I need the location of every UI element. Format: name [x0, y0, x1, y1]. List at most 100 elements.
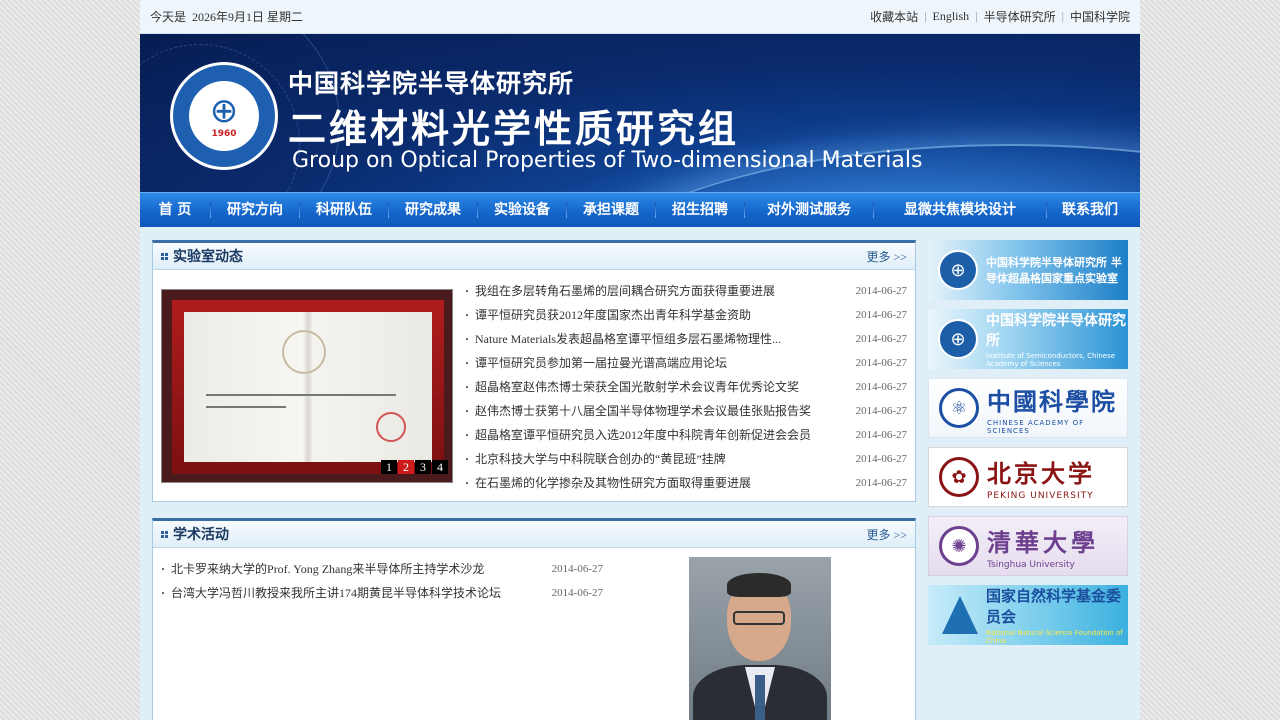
news-link[interactable]: 赵伟杰博士获第十八届全国半导体物理学术会议最佳张贴报告奖: [465, 399, 811, 423]
photo-hair: [727, 573, 791, 597]
list-item: 北京科技大学与中科院联合创办的“黄昆班”挂牌 2014-06-27: [465, 447, 907, 471]
tsinghua-logo-link[interactable]: ✺ 清華大學 Tsinghua University: [928, 516, 1128, 576]
nav-recruitment[interactable]: 招生招聘: [656, 193, 744, 228]
slideshow-pager: 1 2 3 4: [381, 460, 448, 474]
news-date: 2014-06-27: [855, 309, 907, 321]
academic-title: 学术活动: [173, 527, 229, 543]
main-content: 实验室动态 更多 >> 1 2 3 4 · 我组在多层转角石墨烯的层间耦合研究方…: [140, 228, 1140, 720]
header-banner: ⊕ 1960 中国科学院半导体研究所 二维材料光学性质研究组 Group on …: [140, 34, 1140, 192]
academic-date: 2014-06-27: [551, 563, 603, 575]
institute-logo: ⊕ 1960: [170, 62, 278, 170]
academic-link[interactable]: 北卡罗来纳大学的Prof. Yong Zhang来半导体所主持学术沙龙: [161, 557, 484, 581]
list-item: 北卡罗来纳大学的Prof. Yong Zhang来半导体所主持学术沙龙 2014-…: [161, 557, 603, 581]
list-item: 超晶格室赵伟杰博士荣获全国光散射学术会议青年优秀论文奖 2014-06-27: [465, 375, 907, 399]
panel-header: 学术活动 更多 >>: [153, 521, 915, 548]
logo-name: 中国科学院半导体研究所 半导体超晶格国家重点实验室: [986, 256, 1122, 285]
list-item: 在石墨烯的化学掺杂及其物性研究方面取得重要进展 2014-06-27: [465, 471, 907, 495]
logo-name: 中国科学院半导体研究所: [986, 313, 1126, 349]
logo-name: 清華大學: [987, 528, 1099, 557]
date-display: 今天是 2026年9月1日 星期二: [150, 8, 309, 25]
english-link[interactable]: English: [932, 9, 969, 24]
news-link[interactable]: 谭平恒研究员获2012年度国家杰出青年科学基金资助: [465, 303, 751, 327]
logo-name: 北京大学: [987, 459, 1095, 488]
academic-link[interactable]: 台湾大学冯哲川教授来我所主讲174期黄昆半导体科学技术论坛: [161, 581, 501, 605]
separator: |: [1061, 9, 1064, 23]
news-date: 2014-06-27: [855, 405, 907, 417]
lab-news-panel: 实验室动态 更多 >> 1 2 3 4 · 我组在多层转角石墨烯的层间耦合研究方…: [152, 240, 916, 502]
speaker-photo[interactable]: [689, 557, 831, 720]
pku-logo-link[interactable]: ✿ 北京大学 PEKING UNIVERSITY: [928, 447, 1128, 507]
panel-title: 实验室动态: [161, 246, 243, 266]
list-item: 谭平恒研究员参加第一届拉曼光谱高端应用论坛 2014-06-27: [465, 351, 907, 375]
cas-emblem-icon: ⚛: [939, 388, 979, 428]
logo-name-en: PEKING UNIVERSITY: [987, 490, 1094, 501]
certificate-paper: [184, 312, 432, 462]
news-date: 2014-06-27: [855, 477, 907, 489]
pku-emblem-icon: ✿: [939, 457, 979, 497]
nav-projects[interactable]: 承担课题: [567, 193, 655, 228]
semiconductor-institute-logo-link[interactable]: ⊕ 中国科学院半导体研究所 Institute of Semiconductors…: [928, 309, 1128, 369]
news-date: 2014-06-27: [855, 429, 907, 441]
institute-emblem-icon: ⊕: [938, 250, 978, 290]
academic-more-link[interactable]: 更多 >>: [866, 526, 907, 543]
nsfc-logo-link[interactable]: 国家自然科学基金委员会 National Natural Science Foun…: [928, 585, 1128, 645]
logo-glyph: ⊕: [209, 91, 239, 131]
logo-name-en: Institute of Semiconductors, Chinese Aca…: [986, 352, 1116, 368]
news-link[interactable]: 我组在多层转角石墨烯的层间耦合研究方面获得重要进展: [465, 279, 775, 303]
news-link[interactable]: 超晶格室谭平恒研究员入选2012年度中科院青年创新促进会会员: [465, 423, 811, 447]
news-link[interactable]: 超晶格室赵伟杰博士荣获全国光散射学术会议青年优秀论文奖: [465, 375, 799, 399]
slide-1-button[interactable]: 1: [381, 460, 397, 474]
logo-text: 中国科学院半导体研究所 Institute of Semiconductors, …: [986, 310, 1128, 368]
logo-name: 中國科學院: [987, 387, 1117, 416]
bookmark-link[interactable]: 收藏本站: [870, 8, 918, 25]
date-prefix: 今天是: [150, 10, 187, 24]
nsfc-triangle-icon: [942, 596, 978, 634]
academic-activities-panel: 学术活动 更多 >> 北卡罗来纳大学的Prof. Yong Zhang来半导体所…: [152, 518, 916, 720]
certificate-stamp: [376, 412, 406, 442]
academic-date: 2014-06-27: [551, 587, 603, 599]
lab-news-list: 我组在多层转角石墨烯的层间耦合研究方面获得重要进展 2014-06-27 谭平恒研…: [465, 279, 907, 495]
lab-news-title: 实验室动态: [173, 249, 243, 265]
nav-research-direction[interactable]: 研究方向: [211, 193, 299, 228]
cas-link[interactable]: 中国科学院: [1070, 8, 1130, 25]
nav-confocal-design[interactable]: 显微共焦模块设计: [874, 193, 1046, 228]
logo-text: 清華大學 Tsinghua University: [987, 523, 1099, 570]
news-link[interactable]: 在石墨烯的化学掺杂及其物性研究方面取得重要进展: [465, 471, 751, 495]
news-link[interactable]: Nature Materials发表超晶格室谭平恒组多层石墨烯物理性...: [465, 327, 781, 351]
logo-text: 中國科學院 CHINESE ACADEMY OF SCIENCES: [987, 382, 1127, 435]
certificate-text-line: [206, 394, 396, 396]
list-item: 我组在多层转角石墨烯的层间耦合研究方面获得重要进展 2014-06-27: [465, 279, 907, 303]
photo-glasses: [733, 611, 785, 625]
lab-news-more-link[interactable]: 更多 >>: [866, 248, 907, 265]
tsinghua-emblem-icon: ✺: [939, 526, 979, 566]
news-slideshow[interactable]: 1 2 3 4: [161, 289, 453, 483]
list-item: 台湾大学冯哲川教授来我所主讲174期黄昆半导体科学技术论坛 2014-06-27: [161, 581, 603, 605]
news-date: 2014-06-27: [855, 285, 907, 297]
news-link[interactable]: 谭平恒研究员参加第一届拉曼光谱高端应用论坛: [465, 351, 727, 375]
news-date: 2014-06-27: [855, 381, 907, 393]
certificate-emblem: [282, 330, 326, 374]
slide-2-button[interactable]: 2: [398, 460, 414, 474]
institute-emblem-icon: ⊕: [938, 319, 978, 359]
group-title-cn: 二维材料光学性质研究组: [288, 107, 740, 151]
nav-research-team[interactable]: 科研队伍: [300, 193, 388, 228]
institute-title: 中国科学院半导体研究所: [288, 69, 575, 98]
certificate-image: [172, 300, 444, 474]
nav-equipment[interactable]: 实验设备: [478, 193, 566, 228]
news-date: 2014-06-27: [855, 453, 907, 465]
semiconductor-institute-link[interactable]: 半导体研究所: [984, 8, 1056, 25]
nav-home[interactable]: 首 页: [140, 193, 210, 228]
slide-4-button[interactable]: 4: [432, 460, 448, 474]
news-link[interactable]: 北京科技大学与中科院联合创办的“黄昆班”挂牌: [465, 447, 726, 471]
partner-logos: ⊕ 中国科学院半导体研究所 半导体超晶格国家重点实验室 ⊕ 中国科学院半导体研究…: [928, 240, 1128, 654]
nav-contact[interactable]: 联系我们: [1047, 193, 1133, 228]
separator: |: [924, 9, 927, 23]
page: 今天是 2026年9月1日 星期二 收藏本站 | English | 半导体研究所…: [140, 0, 1140, 720]
slide-3-button[interactable]: 3: [415, 460, 431, 474]
list-item: 超晶格室谭平恒研究员入选2012年度中科院青年创新促进会会员 2014-06-27: [465, 423, 907, 447]
superlattice-lab-logo-link[interactable]: ⊕ 中国科学院半导体研究所 半导体超晶格国家重点实验室: [928, 240, 1128, 300]
cas-logo-link[interactable]: ⚛ 中國科學院 CHINESE ACADEMY OF SCIENCES: [928, 378, 1128, 438]
main-nav: 首 页 研究方向 科研队伍 研究成果 实验设备 承担课题 招生招聘 对外测试服务…: [140, 192, 1140, 227]
nav-research-results[interactable]: 研究成果: [389, 193, 477, 228]
nav-testing-service[interactable]: 对外测试服务: [745, 193, 873, 228]
